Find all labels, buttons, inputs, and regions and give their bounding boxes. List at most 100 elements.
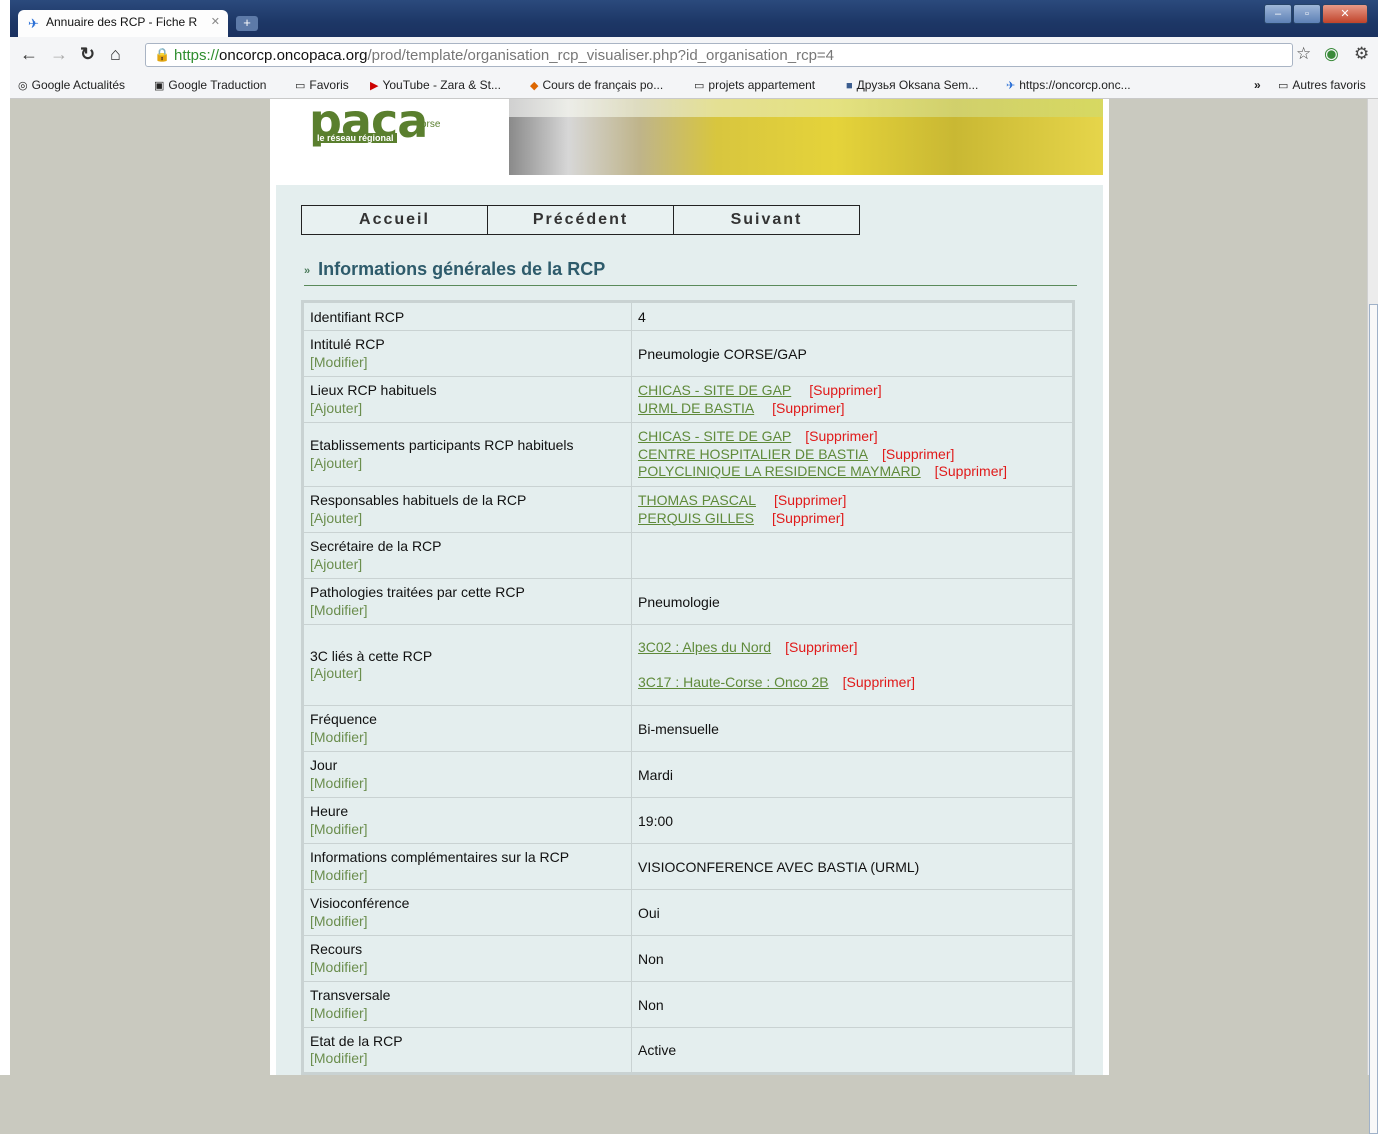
row-label: Visioconférence xyxy=(310,895,410,911)
table-row: Transversale [Modifier] Non xyxy=(302,981,1074,1028)
ajouter-link[interactable]: [Ajouter] xyxy=(310,510,625,528)
row-value: Non xyxy=(631,981,1074,1028)
responsable-link[interactable]: PERQUIS GILLES xyxy=(638,510,754,526)
supprimer-link[interactable]: [Supprimer] xyxy=(843,674,915,690)
supprimer-link[interactable]: [Supprimer] xyxy=(882,446,954,462)
minimize-button[interactable]: ‒ xyxy=(1264,4,1292,24)
supprimer-link[interactable]: [Supprimer] xyxy=(809,382,881,398)
table-row: Heure [Modifier] 19:00 xyxy=(302,797,1074,844)
row-label: Transversale xyxy=(310,987,391,1003)
rcp-info-table: Identifiant RCP 4 Intitulé RCP [Modifier]… xyxy=(301,300,1075,1075)
table-row: Visioconférence [Modifier] Oui xyxy=(302,889,1074,936)
tab-close-icon[interactable]: ✕ xyxy=(211,15,220,28)
ajouter-link[interactable]: [Ajouter] xyxy=(310,556,625,574)
row-label: Pathologies traitées par cette RCP xyxy=(310,584,525,600)
table-row: Etat de la RCP [Modifier] Active xyxy=(302,1027,1074,1074)
logo-corse-text: corse xyxy=(416,119,441,130)
browser-toolbar: ← → ↻ ⌂ 🔒 https://oncorcp.oncopaca.org/p… xyxy=(10,37,1378,76)
url-path: /prod/template/organisation_rcp_visualis… xyxy=(367,47,835,64)
bookmark-folder[interactable]: ▭ Favoris xyxy=(295,78,349,92)
etablissement-link[interactable]: CHICAS - SITE DE GAP xyxy=(638,428,791,444)
ajouter-link[interactable]: [Ajouter] xyxy=(310,665,625,683)
supprimer-link[interactable]: [Supprimer] xyxy=(772,510,844,526)
trois-c-link[interactable]: 3C17 : Haute-Corse : Onco 2B xyxy=(638,674,829,690)
modifier-link[interactable]: [Modifier] xyxy=(310,959,625,977)
row-value: 4 xyxy=(631,301,1074,331)
bookmark-item[interactable]: ■ Друзья Oksana Sem... xyxy=(846,78,978,92)
ajouter-link[interactable]: [Ajouter] xyxy=(310,400,625,418)
site-favicon-icon: ✈ xyxy=(1006,80,1016,92)
row-label: Lieux RCP habituels xyxy=(310,382,437,398)
row-value: VISIOCONFERENCE AVEC BASTIA (URML) xyxy=(631,843,1074,890)
row-value: Bi-mensuelle xyxy=(631,705,1074,752)
etablissement-link[interactable]: CENTRE HOSPITALIER DE BASTIA xyxy=(638,446,868,462)
bookmark-item[interactable]: ◆ Cours de français po... xyxy=(530,78,663,92)
lieu-link[interactable]: CHICAS - SITE DE GAP xyxy=(638,382,791,398)
scrollbar-thumb[interactable] xyxy=(1369,304,1378,1134)
extension-icon[interactable]: ◉ xyxy=(1324,44,1339,64)
row-value: Pneumologie CORSE/GAP xyxy=(631,330,1074,377)
lock-icon: 🔒 xyxy=(154,47,171,62)
supprimer-link[interactable]: [Supprimer] xyxy=(805,428,877,444)
supprimer-link[interactable]: [Supprimer] xyxy=(935,463,1007,479)
etablissement-link[interactable]: POLYCLINIQUE LA RESIDENCE MAYMARD xyxy=(638,463,921,479)
row-label: Identifiant RCP xyxy=(302,301,632,331)
row-label: Recours xyxy=(310,941,363,957)
modifier-link[interactable]: [Modifier] xyxy=(310,602,625,620)
window-controls: ‒ ▫ ✕ xyxy=(1264,4,1368,24)
address-bar[interactable]: 🔒 https://oncorcp.oncopaca.org/prod/temp… xyxy=(145,43,1293,67)
nav-home-button[interactable]: Accueil xyxy=(301,205,488,235)
bookmark-item[interactable]: ◎ Google Actualités xyxy=(18,78,125,92)
modifier-link[interactable]: [Modifier] xyxy=(310,1050,625,1068)
modifier-link[interactable]: [Modifier] xyxy=(310,354,625,372)
window-left-border xyxy=(0,0,10,1075)
modifier-link[interactable]: [Modifier] xyxy=(310,821,625,839)
reload-icon[interactable]: ↻ xyxy=(80,44,95,65)
supprimer-link[interactable]: [Supprimer] xyxy=(774,492,846,508)
row-label: Fréquence xyxy=(310,711,377,727)
table-row: Identifiant RCP 4 xyxy=(302,301,1074,331)
bookmark-item[interactable]: ✈ https://oncorcp.onc... xyxy=(1006,78,1131,92)
trois-c-link[interactable]: 3C02 : Alpes du Nord xyxy=(638,639,771,655)
nav-previous-button[interactable]: Précédent xyxy=(487,205,674,235)
bookmark-star-icon[interactable]: ☆ xyxy=(1296,44,1311,64)
table-row: Lieux RCP habituels [Ajouter] CHICAS - SI… xyxy=(302,376,1074,423)
close-window-button[interactable]: ✕ xyxy=(1322,4,1368,24)
row-label: Informations complémentaires sur la RCP xyxy=(310,849,570,865)
ajouter-link[interactable]: [Ajouter] xyxy=(310,455,625,473)
folder-icon: ▭ xyxy=(1278,80,1289,92)
banner-photo xyxy=(509,99,1103,175)
back-icon[interactable]: ← xyxy=(20,44,38,65)
modifier-link[interactable]: [Modifier] xyxy=(310,729,625,747)
vertical-scrollbar[interactable] xyxy=(1367,99,1378,1134)
section-title-text: Informations générales de la RCP xyxy=(318,259,606,279)
forward-icon[interactable]: → xyxy=(50,44,68,65)
bookmarks-overflow-button[interactable]: » xyxy=(1254,78,1261,92)
responsable-link[interactable]: THOMAS PASCAL xyxy=(638,492,756,508)
modifier-link[interactable]: [Modifier] xyxy=(310,775,625,793)
supprimer-link[interactable]: [Supprimer] xyxy=(772,400,844,416)
wrench-icon[interactable]: ⚙ xyxy=(1354,44,1369,64)
table-row: Secrétaire de la RCP [Ajouter] xyxy=(302,532,1074,579)
url-protocol: https:// xyxy=(174,47,220,64)
url-host: oncorcp.oncopaca.org xyxy=(219,47,368,64)
bookmark-item[interactable]: ▣ Google Traduction xyxy=(154,78,266,92)
new-tab-button[interactable]: + xyxy=(236,16,258,31)
maximize-button[interactable]: ▫ xyxy=(1293,4,1321,24)
translate-icon: ▣ xyxy=(154,80,165,92)
row-value: Pneumologie xyxy=(631,578,1074,625)
row-value xyxy=(631,532,1074,579)
bookmarks-bar: ◎ Google Actualités ▣ Google Traduction ▭ F… xyxy=(10,75,1378,99)
nav-next-button[interactable]: Suivant xyxy=(673,205,860,235)
modifier-link[interactable]: [Modifier] xyxy=(310,867,625,885)
supprimer-link[interactable]: [Supprimer] xyxy=(785,639,857,655)
row-value: 19:00 xyxy=(631,797,1074,844)
lieu-link[interactable]: URML DE BASTIA xyxy=(638,400,754,416)
home-icon[interactable]: ⌂ xyxy=(110,44,121,65)
bookmark-folder[interactable]: ▭ Autres favoris xyxy=(1278,78,1366,92)
browser-tab[interactable]: ✈ Annuaire des RCP - Fiche R ✕ xyxy=(18,10,228,37)
modifier-link[interactable]: [Modifier] xyxy=(310,1005,625,1023)
bookmark-item[interactable]: ▶ YouTube - Zara & St... xyxy=(370,78,501,92)
bookmark-folder[interactable]: ▭ projets appartement xyxy=(694,78,815,92)
modifier-link[interactable]: [Modifier] xyxy=(310,913,625,931)
